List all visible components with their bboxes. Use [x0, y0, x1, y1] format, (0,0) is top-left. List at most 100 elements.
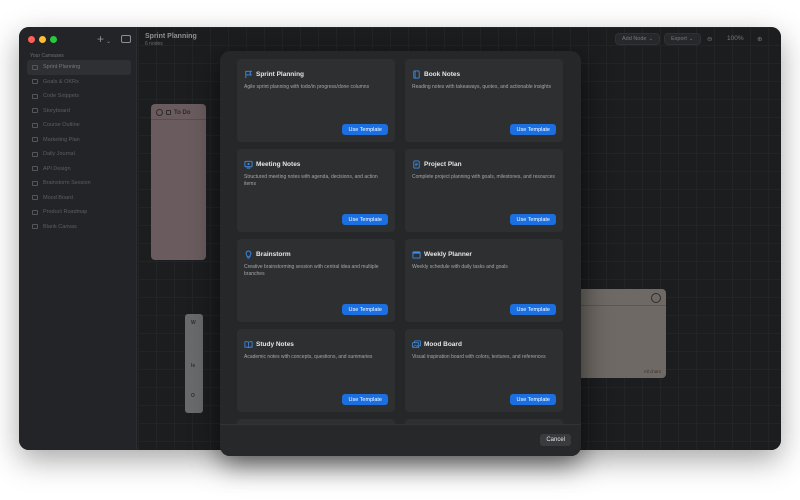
template-picker-modal: Sprint Planning Agile sprint planning wi… — [220, 51, 581, 456]
open-book-icon — [244, 341, 253, 349]
template-title: Weekly Planner — [424, 251, 472, 258]
use-template-button[interactable]: Use Template — [510, 124, 556, 135]
sidebar-item-goals-okrs[interactable]: Goals & OKRs — [27, 75, 131, 90]
canvas-icon — [32, 166, 38, 172]
use-template-button[interactable]: Use Template — [342, 394, 388, 405]
sidebar-item-brainstorm-session[interactable]: Brainstorm Session — [27, 176, 131, 191]
todo-node-header: To Do — [156, 109, 191, 116]
canvas-icon — [32, 122, 38, 128]
use-template-button[interactable]: Use Template — [342, 304, 388, 315]
template-card-sprint-planning[interactable]: Sprint Planning Agile sprint planning wi… — [237, 59, 395, 142]
canvas-icon — [32, 93, 38, 99]
use-template-button[interactable]: Use Template — [510, 394, 556, 405]
use-template-button[interactable]: Use Template — [510, 304, 556, 315]
template-description: Structured meeting notes with agenda, de… — [244, 174, 378, 187]
export-label: Export — [671, 36, 687, 42]
calendar-icon — [412, 251, 421, 259]
sidebar-item-label: Blank Canvas — [43, 223, 77, 230]
template-card-book-notes[interactable]: Book Notes Reading notes with takeaways,… — [405, 59, 563, 142]
template-card-weekly-planner[interactable]: Weekly Planner Weekly schedule with dail… — [405, 239, 563, 322]
sidebar-item-label: Goals & OKRs — [43, 78, 79, 85]
zoom-in-icon[interactable]: ⊕ — [757, 35, 762, 43]
sidebar-item-api-design[interactable]: API Design — [27, 162, 131, 177]
sidebar-item-label: Marketing Plan — [43, 136, 80, 143]
modal-footer: Cancel — [220, 424, 581, 456]
cancel-button[interactable]: Cancel — [540, 434, 571, 446]
sidebar-item-daily-journal[interactable]: Daily Journal — [27, 147, 131, 162]
circle-icon — [651, 293, 661, 303]
template-title: Book Notes — [424, 71, 461, 78]
sidebar-item-sprint-planning[interactable]: Sprint Planning — [27, 60, 131, 75]
checklist-icon — [166, 110, 171, 115]
flag-icon — [245, 70, 253, 79]
use-template-button[interactable]: Use Template — [342, 214, 388, 225]
document-title: Sprint Planning — [145, 33, 197, 40]
add-node-label: Add Node — [622, 36, 647, 42]
canvas-icon — [32, 137, 38, 143]
book-icon — [413, 70, 420, 79]
template-card-meeting-notes[interactable]: Meeting Notes Structured meeting notes w… — [237, 149, 395, 232]
canvas-icon — [32, 79, 38, 85]
sidebar-item-code-snippets[interactable]: Code Snippets — [27, 89, 131, 104]
template-title: Mood Board — [424, 341, 462, 348]
close-window-button[interactable] — [28, 36, 35, 43]
text-node-line: O — [191, 393, 195, 399]
canvas-list: Sprint Planning Goals & OKRs Code Snippe… — [27, 60, 131, 234]
meeting-icon — [244, 160, 253, 169]
canvas-icon — [32, 209, 38, 215]
add-canvas-button[interactable]: + ⌄ — [97, 32, 111, 49]
node-count: 6 nodes — [145, 41, 163, 47]
chevron-down-icon: ⌄ — [648, 36, 654, 42]
sidebar-item-label: Mood Board — [43, 194, 73, 201]
sidebar-item-mood-board[interactable]: Mood Board — [27, 191, 131, 206]
text-node-line: Is — [191, 363, 196, 369]
zoom-level: 100% — [727, 35, 744, 42]
sidebar-toggle-icon[interactable] — [121, 35, 131, 43]
todo-node[interactable]: To Do — [151, 104, 206, 260]
template-title: Sprint Planning — [256, 71, 305, 78]
template-description: Visual inspiration board with colors, te… — [412, 354, 546, 360]
note-node-footer: All chars — [643, 369, 661, 374]
sidebar-item-product-roadmap[interactable]: Product Roadmap — [27, 205, 131, 220]
screen: + ⌄ Your Canvases Sprint Planning Goals &… — [0, 0, 800, 500]
template-title: Brainstorm — [256, 251, 291, 258]
sidebar-item-label: Course Outline — [43, 122, 80, 129]
template-card-brainstorm[interactable]: Brainstorm Creative brainstorming sessio… — [237, 239, 395, 322]
sidebar-item-label: Code Snippets — [43, 93, 80, 100]
chevron-down-icon: ⌄ — [106, 39, 112, 45]
circle-icon — [156, 109, 163, 116]
text-node[interactable]: W Is O — [185, 314, 203, 413]
sidebar-item-storyboard[interactable]: Storyboard — [27, 104, 131, 119]
zoom-out-icon[interactable]: ⊖ — [707, 35, 712, 43]
todo-node-title: To Do — [174, 109, 191, 116]
template-card-project-plan[interactable]: Project Plan Complete project planning w… — [405, 149, 563, 232]
sidebar-item-blank-canvas[interactable]: Blank Canvas — [27, 220, 131, 235]
chevron-down-icon: ⌄ — [688, 36, 694, 42]
canvas-icon — [32, 151, 38, 157]
sidebar-item-label: Storyboard — [43, 107, 70, 114]
add-node-button[interactable]: Add Node ⌄ — [615, 33, 661, 45]
template-title: Study Notes — [256, 341, 294, 348]
sidebar-item-label: Product Roadmap — [43, 209, 88, 216]
use-template-button[interactable]: Use Template — [342, 124, 388, 135]
sidebar-item-label: Sprint Planning — [43, 64, 81, 71]
template-description: Reading notes with takeaways, quotes, an… — [412, 84, 551, 90]
template-description: Complete project planning with goals, mi… — [412, 174, 555, 180]
zoom-window-button[interactable] — [50, 36, 57, 43]
text-node-line: W — [191, 320, 196, 326]
minimize-window-button[interactable] — [39, 36, 46, 43]
sidebar-item-marketing-plan[interactable]: Marketing Plan — [27, 133, 131, 148]
use-template-button[interactable]: Use Template — [510, 214, 556, 225]
document-icon — [413, 160, 420, 169]
lightbulb-icon — [245, 250, 252, 259]
plus-icon: + — [97, 32, 105, 46]
sidebar-item-label: Brainstorm Session — [43, 180, 91, 187]
sidebar-item-course-outline[interactable]: Course Outline — [27, 118, 131, 133]
template-card-study-notes[interactable]: Study Notes Academic notes with concepts… — [237, 329, 395, 412]
canvas-icon — [32, 64, 38, 70]
template-card-mood-board[interactable]: Mood Board Visual inspiration board with… — [405, 329, 563, 412]
export-button[interactable]: Export ⌄ — [664, 33, 701, 45]
canvas-icon — [32, 195, 38, 201]
template-title: Meeting Notes — [256, 161, 301, 168]
template-title: Project Plan — [424, 161, 462, 168]
